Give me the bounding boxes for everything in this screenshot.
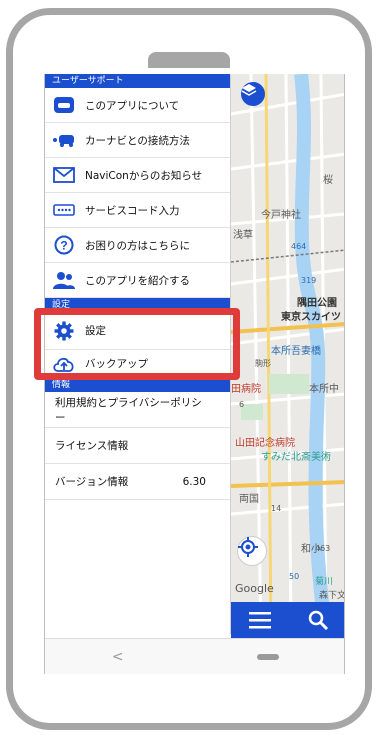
menu-item-version[interactable]: バージョン情報 6.30 (45, 464, 230, 500)
map-label: 本所吾妻橋 (271, 346, 321, 357)
phone-tab (148, 52, 230, 68)
map-label: 山田記念病院 (235, 438, 295, 449)
menu-item-share-app[interactable]: このアプリを紹介する (45, 263, 230, 298)
menu-item-label: お困りの方はこちらに (85, 239, 190, 252)
route-badge: 14 (271, 504, 282, 513)
map-label: すみだ北斎美術 (261, 452, 331, 463)
menu-item-settings[interactable]: 設定 (45, 312, 230, 350)
menu-item-terms[interactable]: 利用規約とプライバシーポリシー (45, 392, 230, 428)
map-label: 菊川 (315, 577, 334, 587)
question-icon: ? (53, 235, 75, 255)
map-label: 今戸神社 (261, 210, 301, 221)
menu-item-label: 設定 (85, 325, 106, 337)
version-value: 6.30 (182, 475, 206, 488)
map-label: 本所中 (309, 384, 339, 395)
car-connect-icon (53, 130, 75, 150)
side-drawer: ユーザーサポート このアプリについて カーナビとの接続方法 NaviConからの… (45, 74, 231, 634)
menu-item-label: 利用規約とプライバシーポリシー (55, 396, 202, 424)
home-pill-icon[interactable] (257, 653, 280, 660)
map-label: 駒形 (255, 359, 271, 368)
menu-item-car-connect[interactable]: カーナビとの接続方法 (45, 123, 230, 158)
crosshair-icon (238, 537, 258, 557)
menu-item-label: このアプリを紹介する (85, 274, 190, 287)
section-header-settings: 設定 (45, 298, 230, 312)
map-label: 田病院 (231, 384, 261, 395)
route-badge: 464 (291, 242, 307, 251)
map-label: 両国 (239, 494, 259, 505)
route-badge: 463 (315, 544, 331, 553)
current-location-button[interactable] (237, 536, 267, 566)
route-badge: 319 (301, 276, 317, 285)
envelope-icon (53, 165, 75, 185)
car-app-icon (53, 95, 75, 115)
users-icon (53, 270, 75, 290)
menu-item-backup[interactable]: バックアップ (45, 350, 230, 378)
app-screen: 桜 今戸神社 浅草 464 319 隅田公園 東京スカイツ 本所吾妻橋 駒形 田… (44, 74, 345, 674)
menu-icon[interactable] (249, 611, 272, 629)
menu-item-label: カーナビとの接続方法 (85, 134, 190, 147)
menu-item-label: バージョン情報 (55, 476, 129, 488)
cloud-upload-icon (53, 354, 75, 374)
menu-item-label: NaviConからのお知らせ (85, 169, 203, 182)
menu-item-help[interactable]: ? お困りの方はこちらに (45, 228, 230, 263)
section-header-support: ユーザーサポート (45, 74, 230, 88)
google-logo: Google (235, 582, 274, 595)
menu-item-license[interactable]: ライセンス情報 (45, 428, 230, 464)
layers-icon (241, 84, 257, 96)
map-label: 森下文 (319, 591, 345, 601)
map-label: 浅草 (233, 230, 253, 241)
gear-icon (53, 321, 75, 341)
route-badge: 50 (289, 572, 300, 581)
menu-item-label: ライセンス情報 (55, 440, 129, 452)
back-icon[interactable]: < (112, 649, 124, 665)
map-label: 隅田公園 (297, 298, 337, 309)
menu-item-label: バックアップ (85, 358, 148, 370)
map-label: 東京スカイツ (281, 312, 341, 323)
section-header-info: 情報 (45, 378, 230, 392)
system-nav-bar: < (45, 638, 344, 674)
map-label: 桜 (323, 175, 333, 186)
menu-item-news[interactable]: NaviConからのお知らせ (45, 158, 230, 193)
menu-item-label: このアプリについて (85, 99, 180, 112)
menu-item-about-app[interactable]: このアプリについて (45, 88, 230, 123)
map-view[interactable]: 桜 今戸神社 浅草 464 319 隅田公園 東京スカイツ 本所吾妻橋 駒形 田… (231, 74, 345, 634)
search-icon[interactable] (308, 610, 328, 630)
svg-text:?: ? (60, 239, 67, 253)
map-layers-button[interactable] (241, 82, 265, 106)
code-input-icon (53, 200, 75, 220)
route-badge: 6 (239, 400, 245, 409)
menu-item-label: サービスコード入力 (85, 204, 180, 217)
menu-item-service-code[interactable]: サービスコード入力 (45, 193, 230, 228)
map-toolbar (231, 602, 344, 638)
